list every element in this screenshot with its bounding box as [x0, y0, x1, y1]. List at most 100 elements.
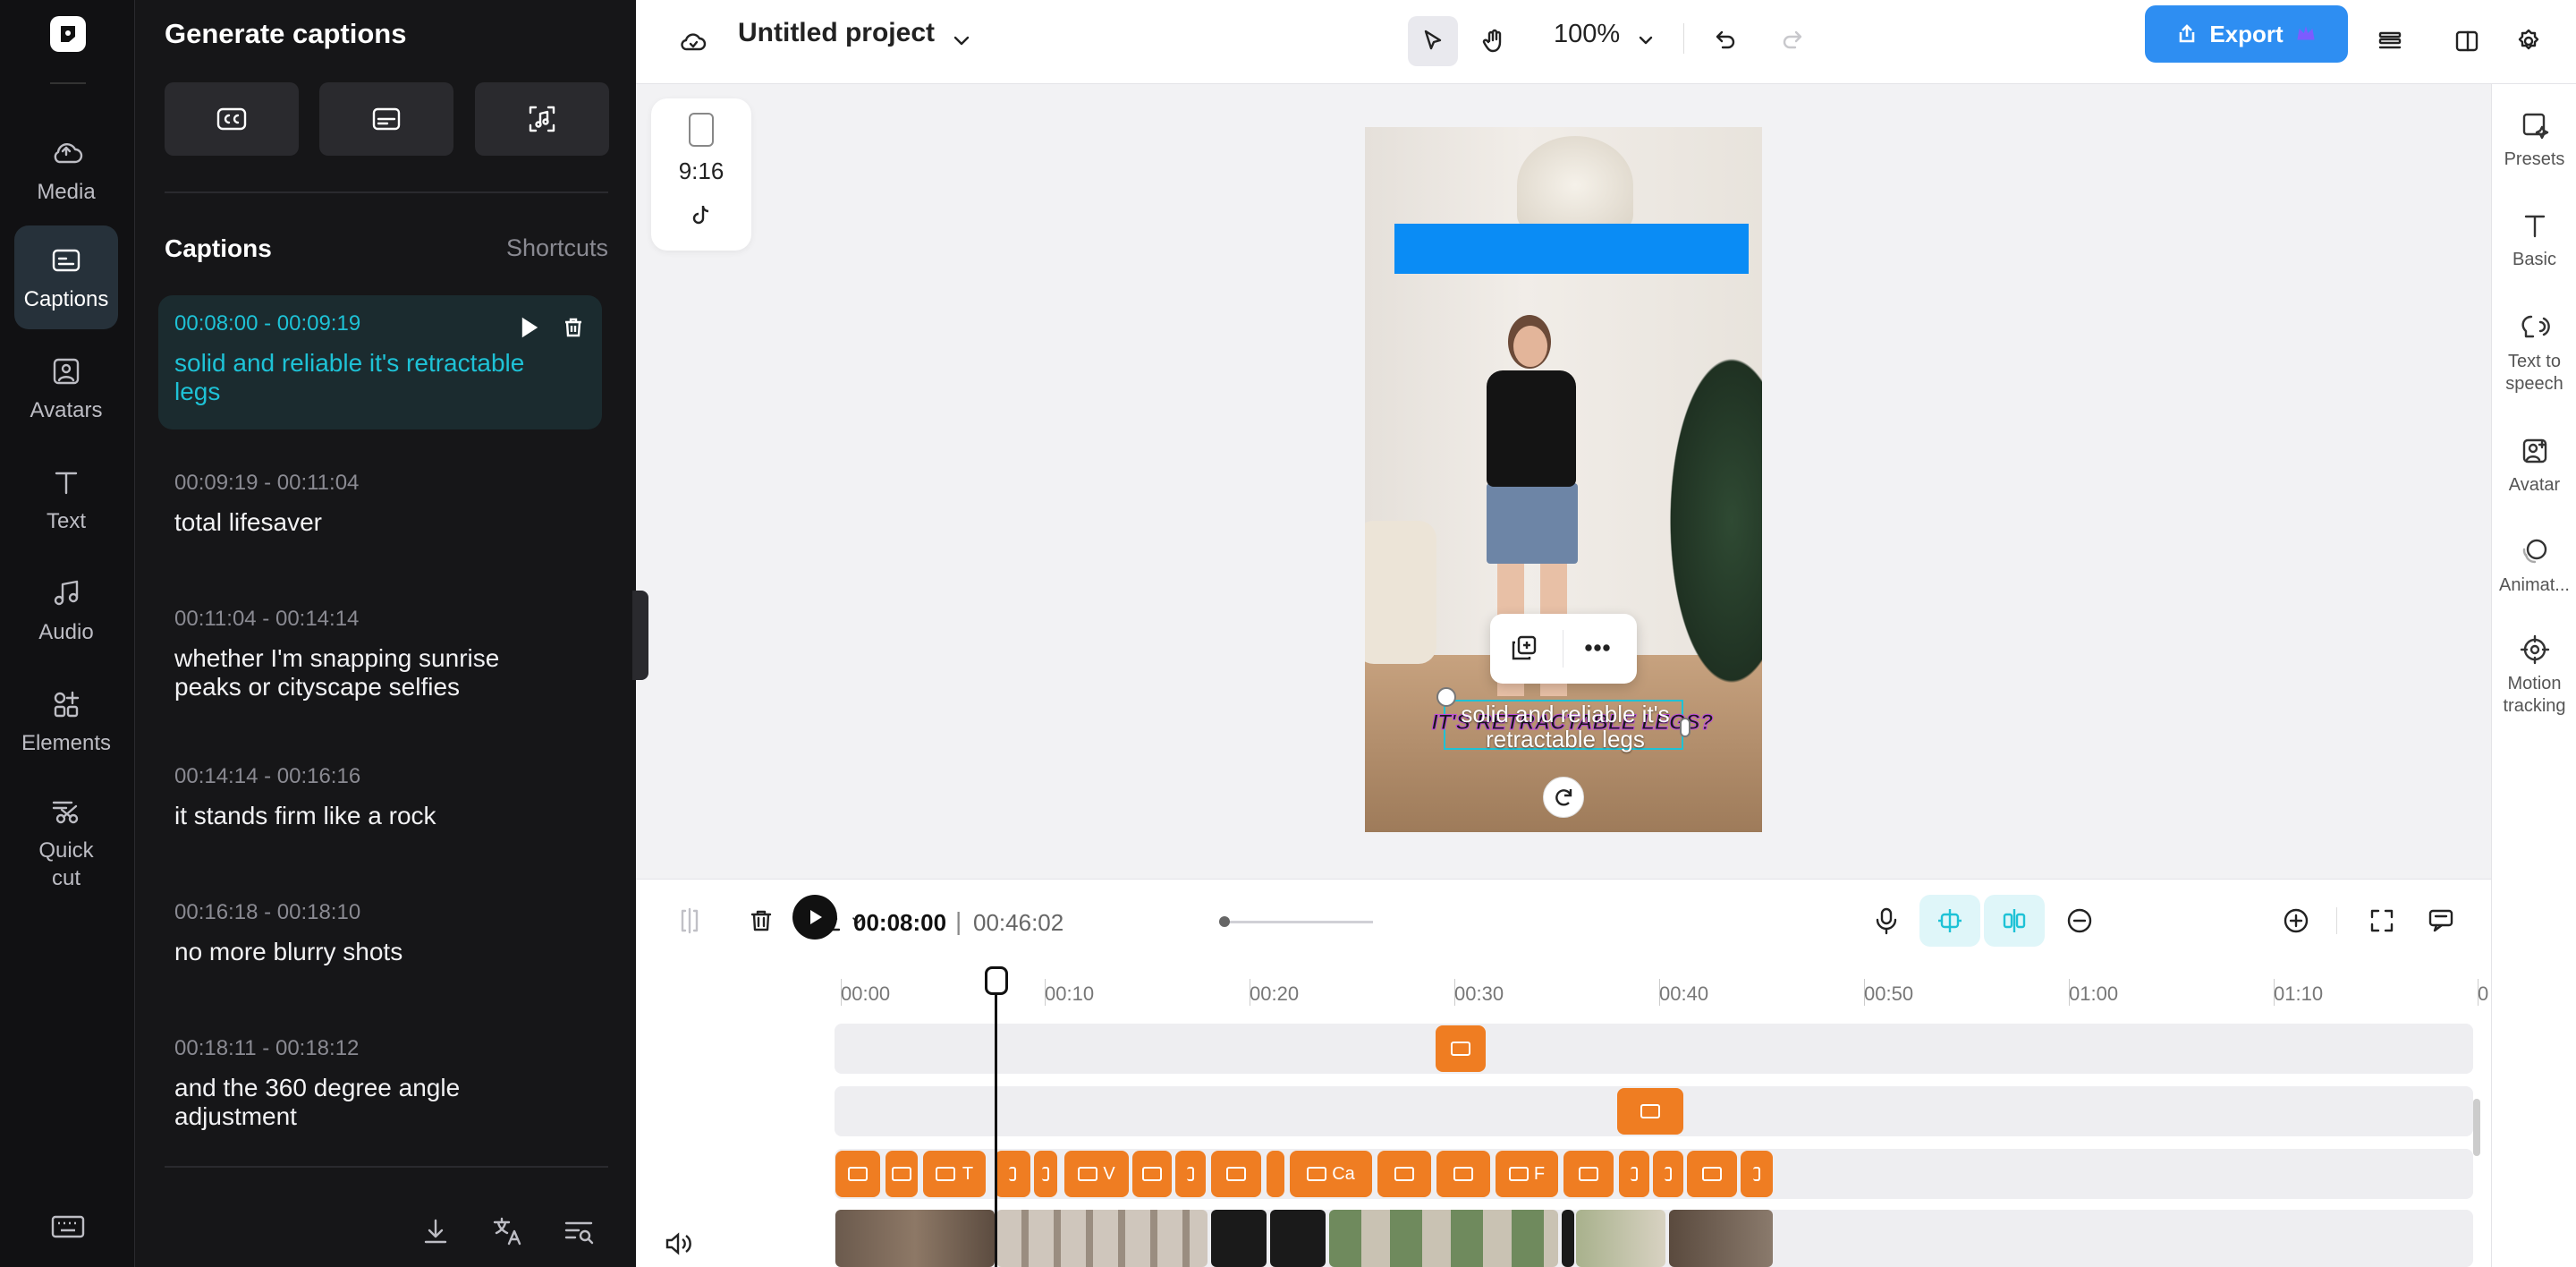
rp-item-basic[interactable]: Basic — [2492, 209, 2576, 271]
text-clip[interactable] — [1617, 1088, 1683, 1135]
caption-item[interactable]: 00:16:18 - 00:18:10 no more blurry shots — [158, 884, 602, 982]
caption-item[interactable]: 00:18:11 - 00:18:12 and the 360 degree a… — [158, 1020, 602, 1147]
volume-icon[interactable] — [663, 1229, 695, 1262]
rp-item-presets[interactable]: Presets — [2492, 109, 2576, 171]
keyboard-icon[interactable] — [50, 1213, 86, 1240]
more-options-icon[interactable] — [1581, 632, 1617, 668]
caption-item[interactable]: 00:14:14 - 00:16:16 it stands firm like … — [158, 748, 602, 846]
app-logo[interactable] — [50, 16, 86, 52]
caption-clip[interactable] — [1267, 1151, 1284, 1197]
undo-icon[interactable] — [1699, 16, 1750, 66]
rail-item-quick-cut[interactable]: Quick cut — [14, 780, 118, 906]
video-clip[interactable] — [1270, 1210, 1326, 1267]
caption-text-on-canvas[interactable]: solid and reliable it's retractable legs — [1445, 702, 1685, 752]
caption-text-layer[interactable]: IT'S RETRACTABLE LEGS? solid and reliabl… — [1431, 687, 1714, 752]
video-clip[interactable] — [1576, 1210, 1665, 1267]
play-icon[interactable] — [516, 315, 541, 340]
tiktok-icon[interactable] — [689, 202, 714, 227]
caption-clip[interactable] — [995, 1151, 1030, 1197]
timeline-zoom-slider[interactable] — [1219, 921, 1373, 923]
rp-item-text-to-speech[interactable]: Text to speech — [2492, 311, 2576, 395]
caption-clip[interactable]: V — [1064, 1151, 1129, 1197]
comment-icon[interactable] — [2419, 898, 2463, 943]
rail-item-elements[interactable]: Elements — [14, 669, 118, 773]
rotate-handle[interactable] — [1543, 777, 1584, 818]
caption-item[interactable]: 00:08:00 - 00:09:19 solid and reliable i… — [158, 295, 602, 429]
video-clip[interactable] — [835, 1210, 995, 1267]
rp-item-avatar[interactable]: Avatar — [2492, 435, 2576, 497]
caption-item[interactable]: 00:11:04 - 00:14:14 whether I'm snapping… — [158, 591, 602, 718]
caption-clip[interactable] — [1175, 1151, 1206, 1197]
video-clip[interactable] — [1562, 1210, 1574, 1267]
caption-text[interactable]: and the 360 degree angle adjustment — [174, 1074, 532, 1131]
caption-clip[interactable] — [1034, 1151, 1057, 1197]
find-replace-icon[interactable] — [561, 1213, 597, 1249]
delete-icon[interactable] — [739, 898, 784, 943]
text-clip[interactable] — [1436, 1025, 1486, 1072]
caption-text[interactable]: whether I'm snapping sunrise peaks or ci… — [174, 644, 532, 702]
caption-clip[interactable] — [1211, 1151, 1261, 1197]
duplicate-icon[interactable] — [1508, 632, 1544, 668]
caption-clip[interactable] — [1563, 1151, 1614, 1197]
caption-clip[interactable]: Ca — [1290, 1151, 1372, 1197]
settings-gear-icon[interactable] — [2504, 16, 2554, 66]
shortcuts-link[interactable]: Shortcuts — [506, 234, 608, 262]
caption-text[interactable]: solid and reliable it's retractable legs — [174, 349, 559, 406]
caption-clip[interactable] — [1377, 1151, 1431, 1197]
resize-handle[interactable] — [1680, 718, 1690, 737]
caption-clip[interactable] — [1653, 1151, 1683, 1197]
timeline-scrollbar[interactable] — [2473, 1099, 2480, 1156]
caption-clip[interactable] — [1741, 1151, 1773, 1197]
rp-item-animation[interactable]: Animat... — [2492, 535, 2576, 597]
caption-text[interactable]: no more blurry shots — [174, 938, 586, 966]
project-name[interactable]: Untitled project — [738, 18, 935, 48]
split-icon[interactable] — [667, 898, 712, 943]
export-button[interactable]: Export — [2145, 5, 2348, 63]
play-button[interactable] — [792, 895, 837, 940]
zoom-level[interactable]: 100% — [1554, 20, 1620, 49]
video-clip[interactable] — [1211, 1210, 1267, 1267]
redo-icon[interactable] — [1768, 16, 1818, 66]
caption-clip[interactable] — [1132, 1151, 1172, 1197]
resize-handle[interactable] — [1436, 687, 1456, 707]
caption-clip[interactable] — [1619, 1151, 1649, 1197]
rail-item-audio[interactable]: Audio — [14, 558, 118, 662]
rail-item-avatars[interactable]: Avatars — [14, 336, 118, 440]
chevron-down-icon[interactable] — [1621, 16, 1671, 66]
caption-clip[interactable] — [835, 1151, 880, 1197]
caption-text[interactable]: it stands firm like a rock — [174, 802, 586, 830]
cloud-sync-icon[interactable] — [668, 16, 718, 66]
magnet-snap-toggle[interactable] — [1919, 895, 1980, 947]
link-toggle[interactable] — [1984, 895, 2045, 947]
lyrics-captions-button[interactable] — [475, 82, 609, 156]
rp-item-motion-tracking[interactable]: Motion tracking — [2492, 634, 2576, 718]
caption-clip[interactable] — [1687, 1151, 1737, 1197]
trash-icon[interactable] — [561, 315, 586, 340]
timeline-zoom-thumb[interactable] — [1219, 916, 1230, 927]
fullscreen-icon[interactable] — [2360, 898, 2404, 943]
collapse-panel-handle[interactable] — [632, 591, 648, 680]
playhead-handle[interactable] — [985, 966, 1008, 995]
rail-item-media[interactable]: Media — [14, 118, 118, 222]
caption-text[interactable]: total lifesaver — [174, 508, 586, 537]
hand-pan-icon[interactable] — [1470, 16, 1520, 66]
video-clip[interactable] — [1329, 1210, 1558, 1267]
layers-icon[interactable] — [2365, 16, 2415, 66]
translate-icon[interactable] — [489, 1213, 525, 1249]
caption-clip[interactable]: F — [1496, 1151, 1558, 1197]
aspect-ratio-switcher[interactable]: 9:16 — [651, 98, 751, 251]
microphone-icon[interactable] — [1864, 898, 1909, 943]
blue-shape-layer[interactable] — [1394, 224, 1749, 274]
caption-clip[interactable] — [886, 1151, 918, 1197]
auto-captions-button[interactable] — [165, 82, 299, 156]
video-clip[interactable] — [1669, 1210, 1773, 1267]
chevron-down-icon[interactable] — [936, 16, 987, 66]
manual-captions-button[interactable] — [319, 82, 453, 156]
caption-clip[interactable]: T — [923, 1151, 986, 1197]
rail-item-captions[interactable]: Captions — [14, 225, 118, 329]
caption-item[interactable]: 00:09:19 - 00:11:04 total lifesaver — [158, 455, 602, 553]
zoom-out-icon[interactable] — [2057, 898, 2102, 943]
playhead[interactable] — [995, 968, 997, 1267]
zoom-in-icon[interactable] — [2274, 898, 2318, 943]
download-captions-icon[interactable] — [418, 1213, 453, 1249]
